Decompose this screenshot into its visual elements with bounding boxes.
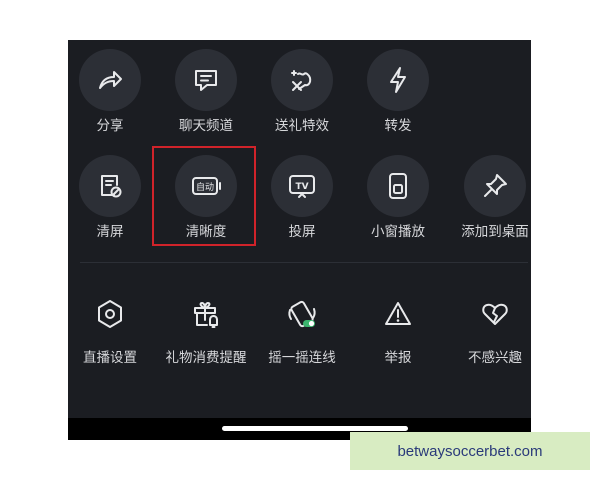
forward-label: 转发 <box>384 118 412 134</box>
add-to-desktop-label: 添加到桌面 <box>461 224 529 240</box>
report-label: 举报 <box>384 350 412 366</box>
mini-window-button[interactable]: 小窗播放 <box>343 155 453 247</box>
chat-channel-button[interactable]: 聊天频道 <box>151 49 261 141</box>
share-arrow-icon <box>79 49 141 111</box>
shake-connect-button[interactable]: 摇一摇连线 <box>247 283 357 375</box>
clear-screen-button[interactable]: 清屏 <box>55 155 165 247</box>
broken-heart-icon <box>464 283 526 345</box>
not-interested-button[interactable]: 不感兴趣 <box>440 283 550 375</box>
chat-channel-icon <box>175 49 237 111</box>
pin-icon <box>464 155 526 217</box>
shake-connect-label: 摇一摇连线 <box>268 350 336 366</box>
hexagon-settings-icon <box>79 283 141 345</box>
shake-phone-icon <box>271 283 333 345</box>
report-button[interactable]: 举报 <box>343 283 453 375</box>
clear-screen-icon <box>79 155 141 217</box>
cast-label: 投屏 <box>288 224 316 240</box>
gift-effect-label: 送礼特效 <box>275 118 329 134</box>
not-interested-label: 不感兴趣 <box>468 350 522 366</box>
clear-screen-label: 清屏 <box>96 224 124 240</box>
share-label: 分享 <box>96 118 124 134</box>
mini-window-label: 小窗播放 <box>371 224 425 240</box>
warning-icon <box>367 283 429 345</box>
gift-bell-icon <box>175 283 237 345</box>
highlight-box <box>152 146 256 246</box>
gift-reminder-label: 礼物消费提醒 <box>165 350 247 366</box>
cast-button[interactable]: TV 投屏 <box>247 155 357 247</box>
forward-button[interactable]: 转发 <box>343 49 453 141</box>
mini-window-icon <box>367 155 429 217</box>
gift-reminder-button[interactable]: 礼物消费提醒 <box>151 283 261 375</box>
home-indicator[interactable] <box>222 426 408 431</box>
add-to-desktop-button[interactable]: 添加到桌面 <box>440 155 550 247</box>
watermark-banner: betwaysoccerbet.com <box>350 432 590 470</box>
tv-cast-icon: TV <box>271 155 333 217</box>
tv-badge-text: TV <box>295 182 308 192</box>
section-divider <box>80 262 528 263</box>
chat-channel-label: 聊天频道 <box>179 118 233 134</box>
lightning-forward-icon <box>367 49 429 111</box>
gift-effect-button[interactable]: 送礼特效 <box>247 49 357 141</box>
live-settings-button[interactable]: 直播设置 <box>55 283 165 375</box>
gift-effect-icon <box>271 49 333 111</box>
share-button[interactable]: 分享 <box>55 49 165 141</box>
live-settings-label: 直播设置 <box>83 350 137 366</box>
